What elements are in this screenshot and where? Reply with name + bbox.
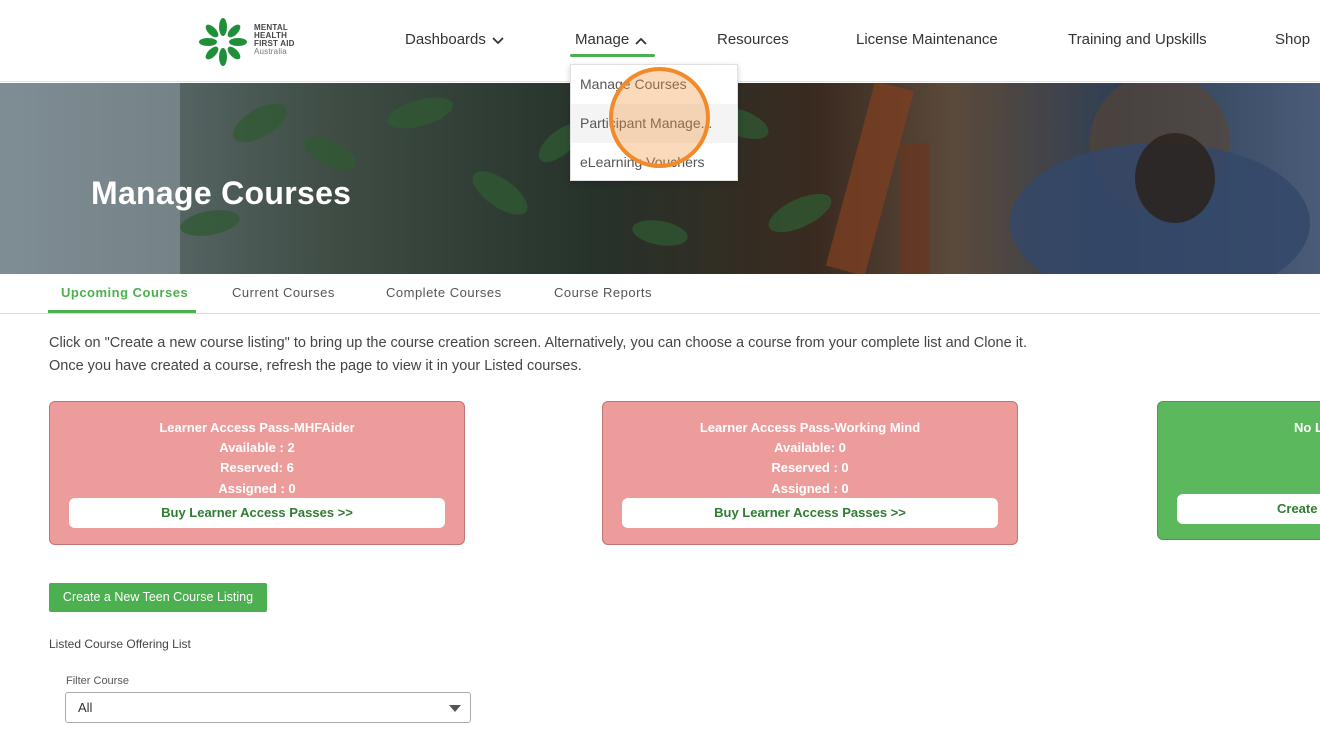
nav-resources[interactable]: Resources xyxy=(717,31,789,48)
filter-course-label: Filter Course xyxy=(66,675,129,687)
dropdown-arrow-icon xyxy=(449,705,461,712)
nav-manage-active-indicator xyxy=(570,54,655,57)
mhfa-logo[interactable]: MENTAL HEALTH FIRST AID Australia xyxy=(198,16,308,68)
logo-line-4: Australia xyxy=(254,47,287,56)
filter-course-value: All xyxy=(78,700,93,715)
card-title: No L xyxy=(1294,420,1320,435)
menu-item-manage-courses[interactable]: Manage Courses xyxy=(571,65,737,104)
instructions-line-2: Once you have created a course, refresh … xyxy=(49,358,582,374)
card-available: Available: 0 xyxy=(774,440,846,455)
manage-dropdown-menu: Manage Courses Participant Manage... eLe… xyxy=(570,64,738,181)
instructions-line-1: Click on "Create a new course listing" t… xyxy=(49,335,1027,351)
nav-dashboards[interactable]: Dashboards xyxy=(405,31,504,49)
card-available: Available : 2 xyxy=(219,440,295,455)
nav-manage[interactable]: Manage xyxy=(575,31,647,49)
course-tabs: Upcoming Courses Current Courses Complet… xyxy=(0,274,1320,314)
license-card-partial: No L Create xyxy=(1157,401,1320,540)
card-title: Learner Access Pass-MHFAider xyxy=(159,420,355,435)
filter-course-select[interactable]: All xyxy=(65,692,471,723)
menu-item-elearning-vouchers[interactable]: eLearning Vouchers xyxy=(571,143,737,182)
flower-logo-icon xyxy=(199,18,247,66)
learner-pass-card-working-mind: Learner Access Pass-Working Mind Availab… xyxy=(602,401,1018,545)
card-reserved: Reserved : 0 xyxy=(771,460,849,475)
nav-training-upskills[interactable]: Training and Upskills xyxy=(1068,31,1207,48)
card-title: Learner Access Pass-Working Mind xyxy=(699,420,921,435)
create-button[interactable]: Create xyxy=(1177,494,1320,524)
listed-course-offering-heading: Listed Course Offering List xyxy=(49,637,191,651)
logo-wordmark: MENTAL HEALTH FIRST AID Australia xyxy=(254,24,295,56)
instructions-text: Click on "Create a new course listing" t… xyxy=(49,332,1027,378)
nav-shop[interactable]: Shop xyxy=(1275,31,1310,48)
buy-learner-passes-button[interactable]: Buy Learner Access Passes >> xyxy=(69,498,445,528)
buy-learner-passes-button[interactable]: Buy Learner Access Passes >> xyxy=(622,498,998,528)
nav-dashboards-label: Dashboards xyxy=(405,31,486,48)
menu-item-participant-management[interactable]: Participant Manage... xyxy=(571,104,737,143)
card-assigned: Assigned : 0 xyxy=(771,481,849,496)
tab-complete-courses[interactable]: Complete Courses xyxy=(386,285,502,300)
active-tab-indicator xyxy=(48,310,196,313)
learner-pass-card-mhfaider: Learner Access Pass-MHFAider Available :… xyxy=(49,401,465,545)
tab-course-reports[interactable]: Course Reports xyxy=(554,285,652,300)
chevron-up-icon xyxy=(635,32,647,49)
nav-manage-label: Manage xyxy=(575,31,630,48)
card-reserved: Reserved: 6 xyxy=(220,460,294,475)
tab-current-courses[interactable]: Current Courses xyxy=(232,285,335,300)
tab-upcoming-courses[interactable]: Upcoming Courses xyxy=(61,285,188,300)
page-title: Manage Courses xyxy=(91,175,352,211)
chevron-down-icon xyxy=(492,32,504,49)
nav-license-maintenance[interactable]: License Maintenance xyxy=(856,31,998,48)
create-teen-course-button[interactable]: Create a New Teen Course Listing xyxy=(49,583,267,612)
card-assigned: Assigned : 0 xyxy=(218,481,296,496)
